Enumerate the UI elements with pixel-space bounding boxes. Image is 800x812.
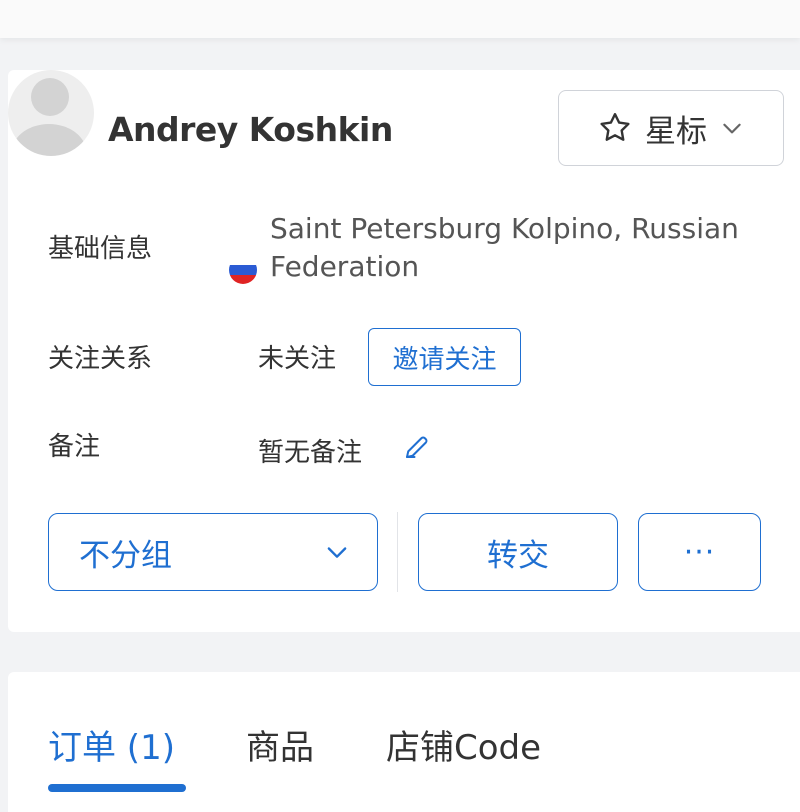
invite-follow-button[interactable]: 邀请关注 xyxy=(368,328,521,386)
follow-label: 关注关系 xyxy=(48,344,153,374)
chevron-down-icon xyxy=(723,123,741,134)
remark-value: 暂无备注 xyxy=(258,438,363,468)
follow-status: 未关注 xyxy=(258,344,337,374)
transfer-button[interactable]: 转交 xyxy=(418,513,618,591)
tab-products[interactable]: 商品 xyxy=(246,724,314,772)
active-tab-underline xyxy=(48,784,186,792)
remark-label: 备注 xyxy=(48,432,101,462)
chevron-down-icon xyxy=(327,547,347,558)
button-divider xyxy=(397,512,398,592)
avatar xyxy=(8,70,94,156)
star-label: 星标 xyxy=(645,113,707,150)
avatar-body xyxy=(11,124,87,156)
tab-shop-code[interactable]: 店铺Code xyxy=(386,724,541,772)
pencil-icon[interactable] xyxy=(402,432,432,462)
avatar-head xyxy=(31,78,69,116)
russia-flag-icon xyxy=(229,256,257,284)
star-outline-icon xyxy=(600,113,630,141)
more-options-button[interactable]: ··· xyxy=(638,513,761,591)
group-select-value: 不分组 xyxy=(79,537,172,574)
basic-info-label: 基础信息 xyxy=(48,234,153,264)
contact-name: Andrey Koshkin xyxy=(108,110,393,149)
group-select[interactable]: 不分组 xyxy=(48,513,378,591)
location-text: Saint Petersburg Kolpino, Russian Federa… xyxy=(270,212,739,283)
tabs-card: 订单 (1) 商品 店铺Code xyxy=(8,672,800,812)
contact-card: Andrey Koshkin 星标 基础信息 Saint Petersburg … xyxy=(8,70,800,632)
tab-orders[interactable]: 订单 (1) xyxy=(48,724,175,772)
top-bar xyxy=(0,0,800,38)
star-button[interactable]: 星标 xyxy=(558,90,784,166)
